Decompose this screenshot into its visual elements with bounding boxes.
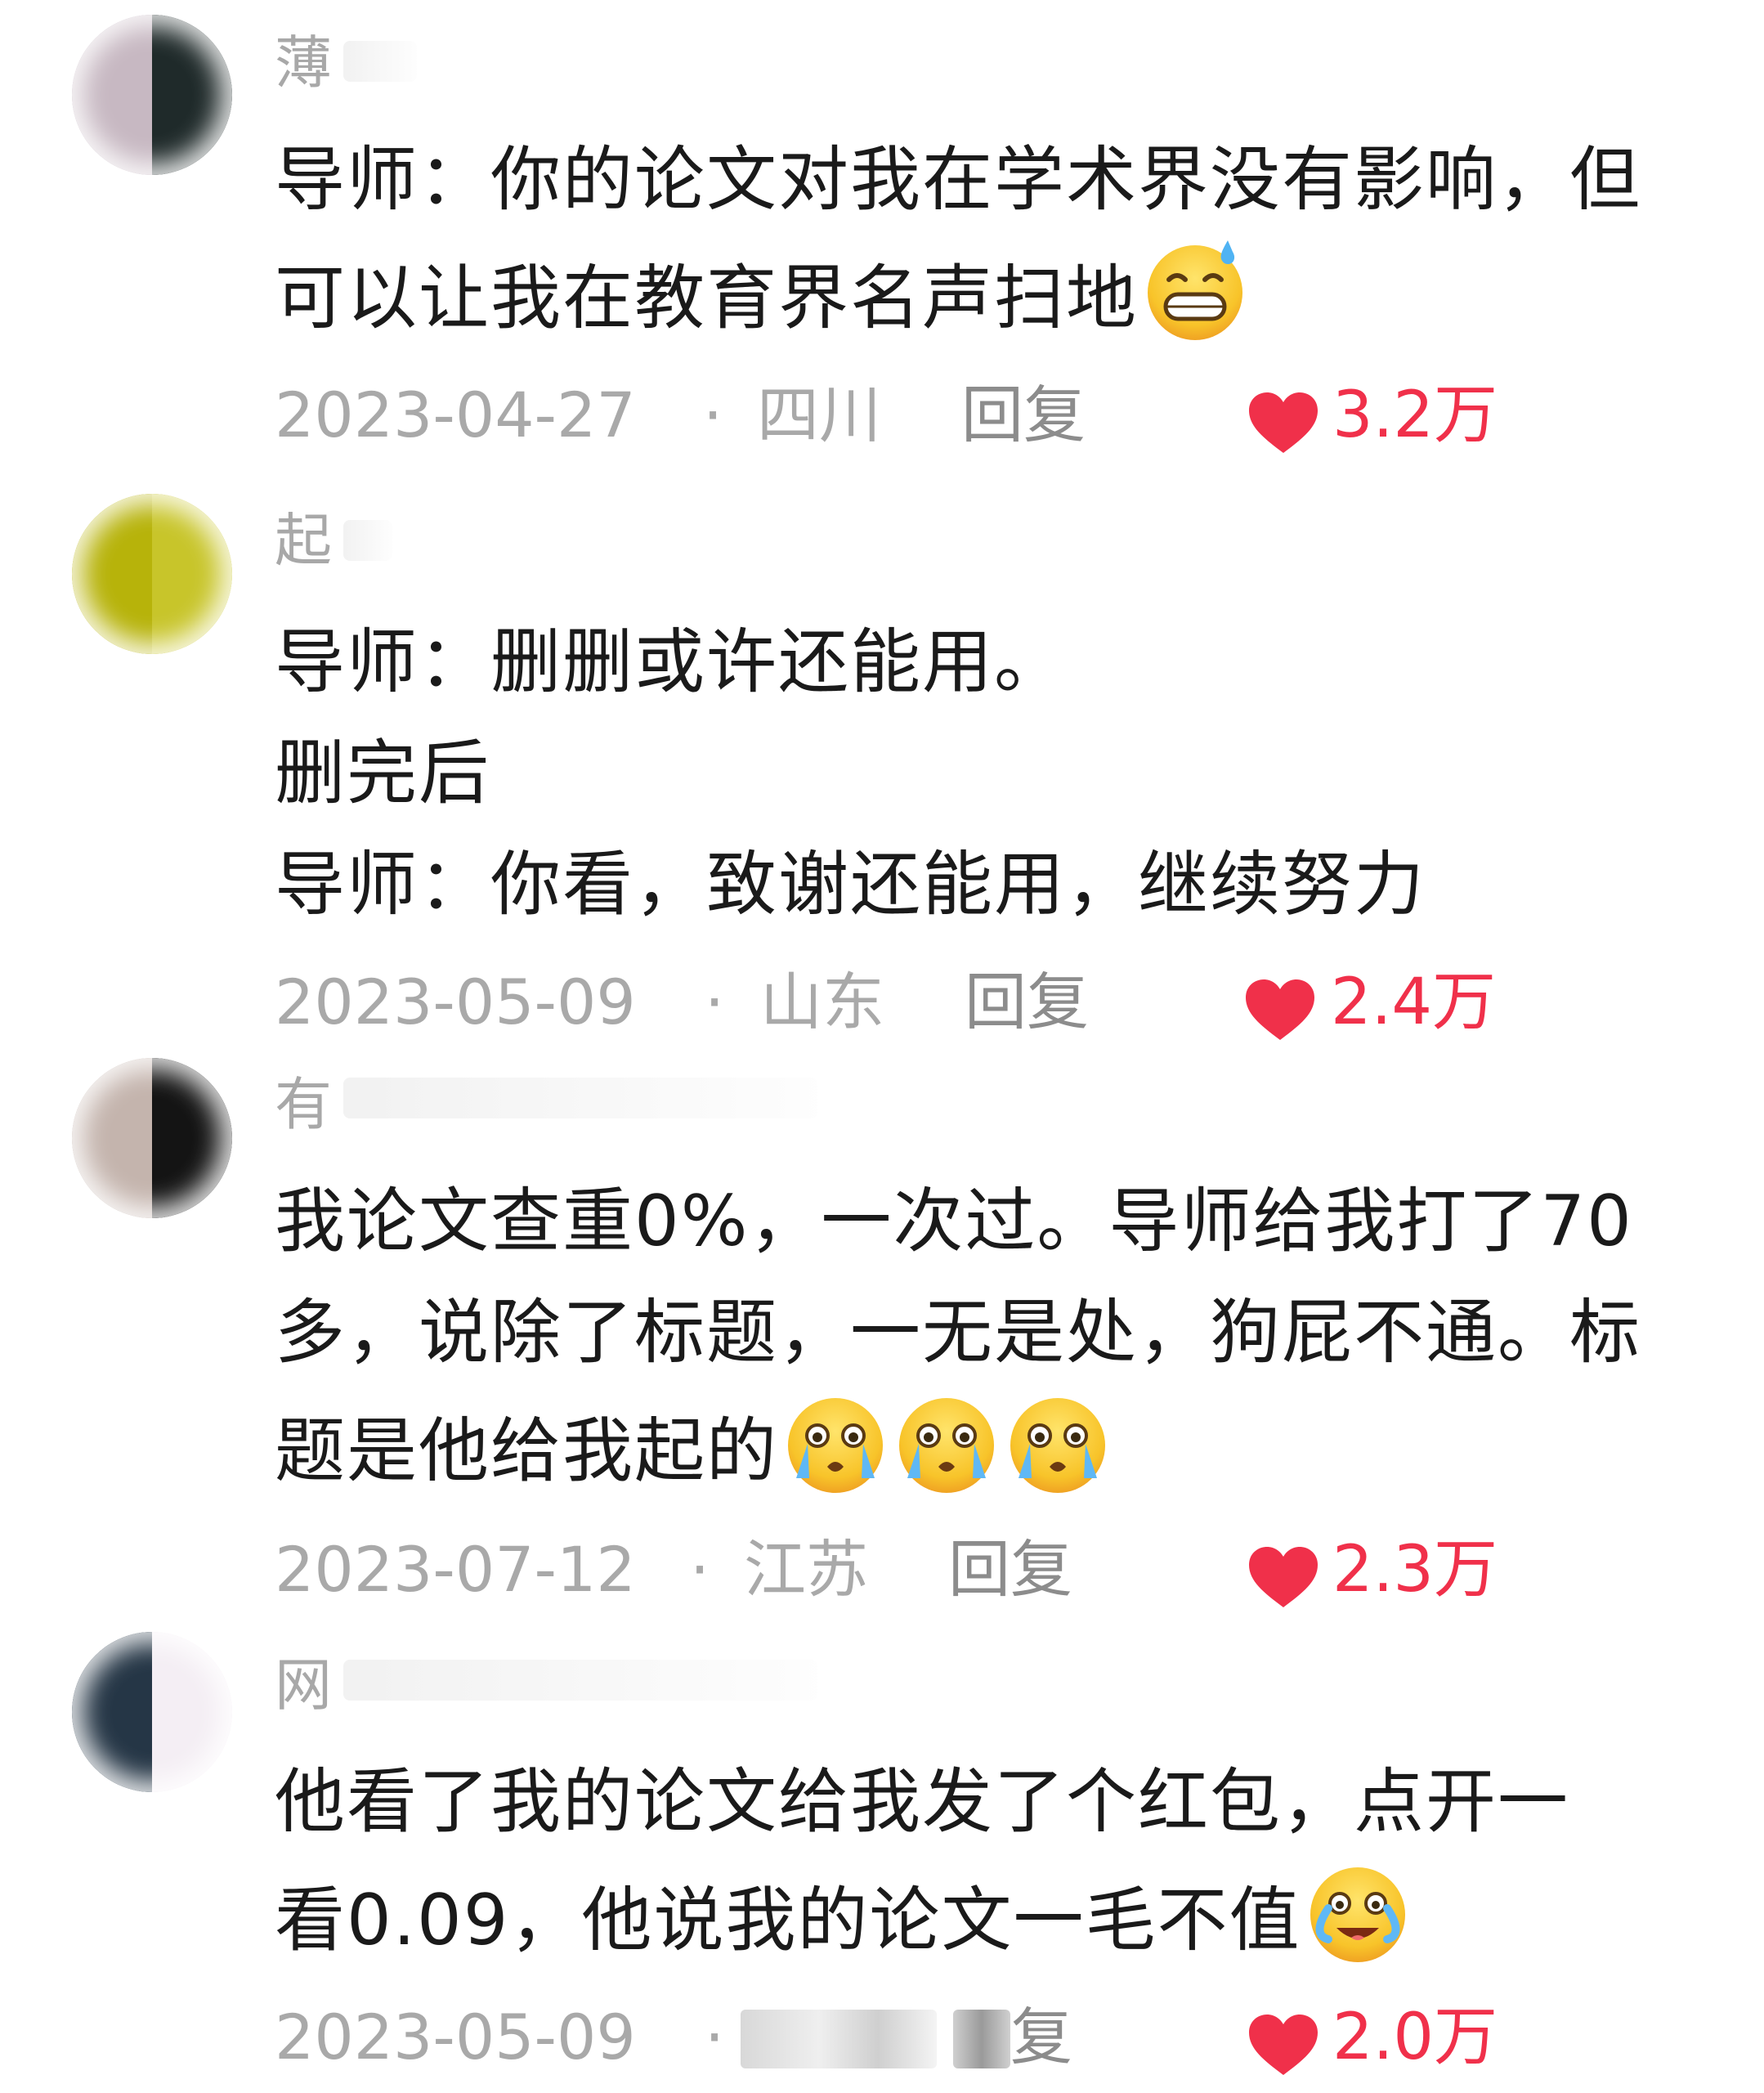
comment-line: 导师：删删或许还能用。 — [275, 621, 1066, 703]
comment-meta: 2023-05-09 · 山东 回复 2.4万 — [275, 961, 1501, 1043]
comment-text: 他看了我的论文给我发了个红包，点开一 看0.09，他说我的论文一毛不值 — [275, 1746, 1713, 1976]
comment-line: 多，说除了标题，一无是处，狗屁不通。标 — [275, 1292, 1641, 1374]
comment-meta: 2023-04-27 · 四川 回复 3.2万 — [275, 374, 1501, 456]
like-count: 2.4万 — [1331, 966, 1497, 1039]
reply-button[interactable]: 回复 — [961, 374, 1086, 456]
meta-separator: · — [705, 966, 725, 1038]
comment-meta: 2023-05-09 · 复 2.0万 — [275, 1997, 1501, 2078]
username-censor — [343, 1660, 817, 1701]
meta-separator: · — [703, 379, 723, 451]
comment-line-text: 可以让我在教育界名声扫地 — [275, 258, 1138, 339]
location-censor — [741, 2010, 937, 2068]
comment-line: 看0.09，他说我的论文一毛不值 — [275, 1858, 1713, 1976]
like-count: 2.3万 — [1332, 1533, 1498, 1607]
comment-meta: 2023-07-12 · 江苏 回复 2.3万 — [275, 1529, 1501, 1611]
laugh-cry-emoji — [1304, 1858, 1412, 1965]
avatar[interactable] — [72, 1632, 232, 1792]
like-count: 2.0万 — [1332, 2001, 1498, 2074]
meta-separator: · — [690, 1533, 710, 1606]
grin-sweat-emoji — [1141, 235, 1249, 343]
comment-location: 四川 — [757, 379, 881, 451]
username[interactable]: 有 — [275, 1076, 332, 1133]
comment-line: 可以让我在教育界名声扫地 — [275, 235, 1713, 354]
comment-location: 江苏 — [744, 1533, 868, 1606]
reply-button[interactable]: 回复 — [965, 961, 1089, 1043]
username-censor — [343, 41, 417, 82]
like-heart-icon[interactable] — [1247, 391, 1319, 455]
username[interactable]: 网 — [275, 1656, 332, 1714]
like-heart-icon[interactable] — [1247, 1545, 1319, 1609]
avatar[interactable] — [72, 15, 232, 175]
reply-button[interactable]: 复 — [1010, 1997, 1072, 2078]
comment-line: 导师：你的论文对我在学术界没有影响，但 — [275, 139, 1641, 221]
comment-line: 他看了我的论文给我发了个红包，点开一 — [275, 1761, 1569, 1843]
comment-date: 2023-05-09 — [275, 966, 636, 1038]
comment-location: 山东 — [760, 966, 884, 1038]
comment-line: 我论文查重0%，一次过。导师给我打了70 — [275, 1181, 1633, 1262]
comment-date: 2023-05-09 — [275, 2001, 636, 2073]
meta-separator: · — [705, 2001, 725, 2073]
comment-line: 导师：你看，致谢还能用，继续努力 — [275, 844, 1426, 925]
comment-text: 导师：你的论文对我在学术界没有影响，但 可以让我在教育界名声扫地 — [275, 124, 1713, 354]
comment-text: 我论文查重0%，一次过。导师给我打了70 多，说除了标题，一无是处，狗屁不通。标… — [275, 1166, 1713, 1507]
username-censor — [343, 520, 392, 561]
like-count: 3.2万 — [1332, 379, 1498, 452]
username-censor — [343, 1078, 817, 1118]
comment-line: 删完后 — [275, 733, 490, 814]
reply-censor — [953, 2010, 1010, 2068]
username[interactable]: 薄 — [275, 34, 332, 92]
comment-line-text: 看0.09，他说我的论文一毛不值 — [275, 1880, 1301, 1961]
crying-emoji — [1004, 1388, 1112, 1496]
username[interactable]: 起 — [275, 512, 332, 569]
like-heart-icon[interactable] — [1247, 2013, 1319, 2077]
comment-date: 2023-04-27 — [275, 379, 636, 451]
comment-line-text: 题是他给我起的 — [275, 1410, 778, 1492]
avatar[interactable] — [72, 494, 232, 654]
comment-text: 导师：删删或许还能用。 删完后 导师：你看，致谢还能用，继续努力 — [275, 607, 1713, 940]
comment-date: 2023-07-12 — [275, 1533, 636, 1606]
crying-emoji — [781, 1388, 889, 1496]
comment-line: 题是他给我起的 — [275, 1388, 1713, 1507]
avatar[interactable] — [72, 1058, 232, 1218]
crying-emoji — [893, 1388, 1001, 1496]
like-heart-icon[interactable] — [1244, 978, 1316, 1042]
reply-button[interactable]: 回复 — [948, 1529, 1072, 1611]
